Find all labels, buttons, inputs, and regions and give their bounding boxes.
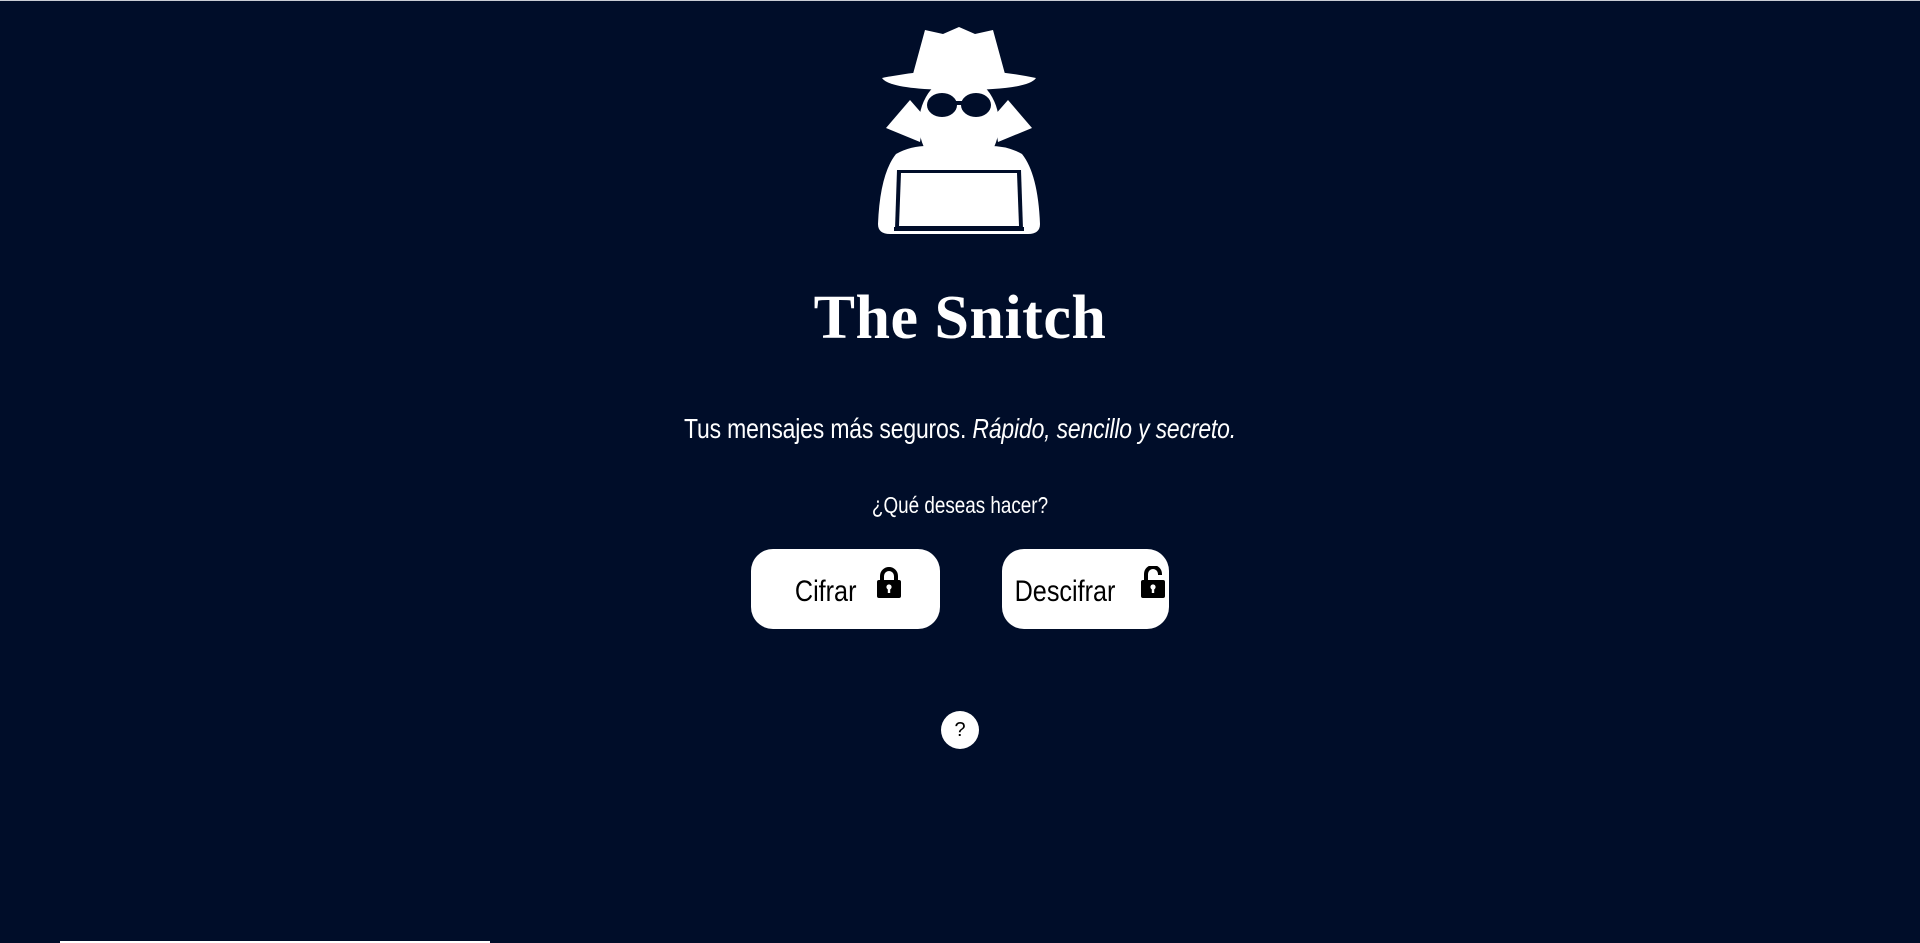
encrypt-button[interactable]: Cifrar xyxy=(751,549,940,629)
spy-logo-icon xyxy=(868,24,1050,236)
tagline-emphasis: Rápido, sencillo y secreto. xyxy=(972,413,1236,444)
decrypt-button-label: Descifrar xyxy=(1015,575,1116,608)
app-title: The Snitch xyxy=(813,284,1107,352)
action-prompt: ¿Qué deseas hacer? xyxy=(871,492,1049,518)
tagline-text: Tus mensajes más seguros. xyxy=(684,413,967,444)
tagline: Tus mensajes más seguros. Rápido, sencil… xyxy=(173,409,1747,449)
top-border xyxy=(0,0,1920,1)
help-button[interactable]: ? xyxy=(941,711,979,749)
lock-closed-icon xyxy=(876,566,902,605)
decrypt-button[interactable]: Descifrar xyxy=(1002,549,1169,629)
lock-open-icon xyxy=(1140,564,1166,605)
encrypt-button-label: Cifrar xyxy=(794,575,857,608)
